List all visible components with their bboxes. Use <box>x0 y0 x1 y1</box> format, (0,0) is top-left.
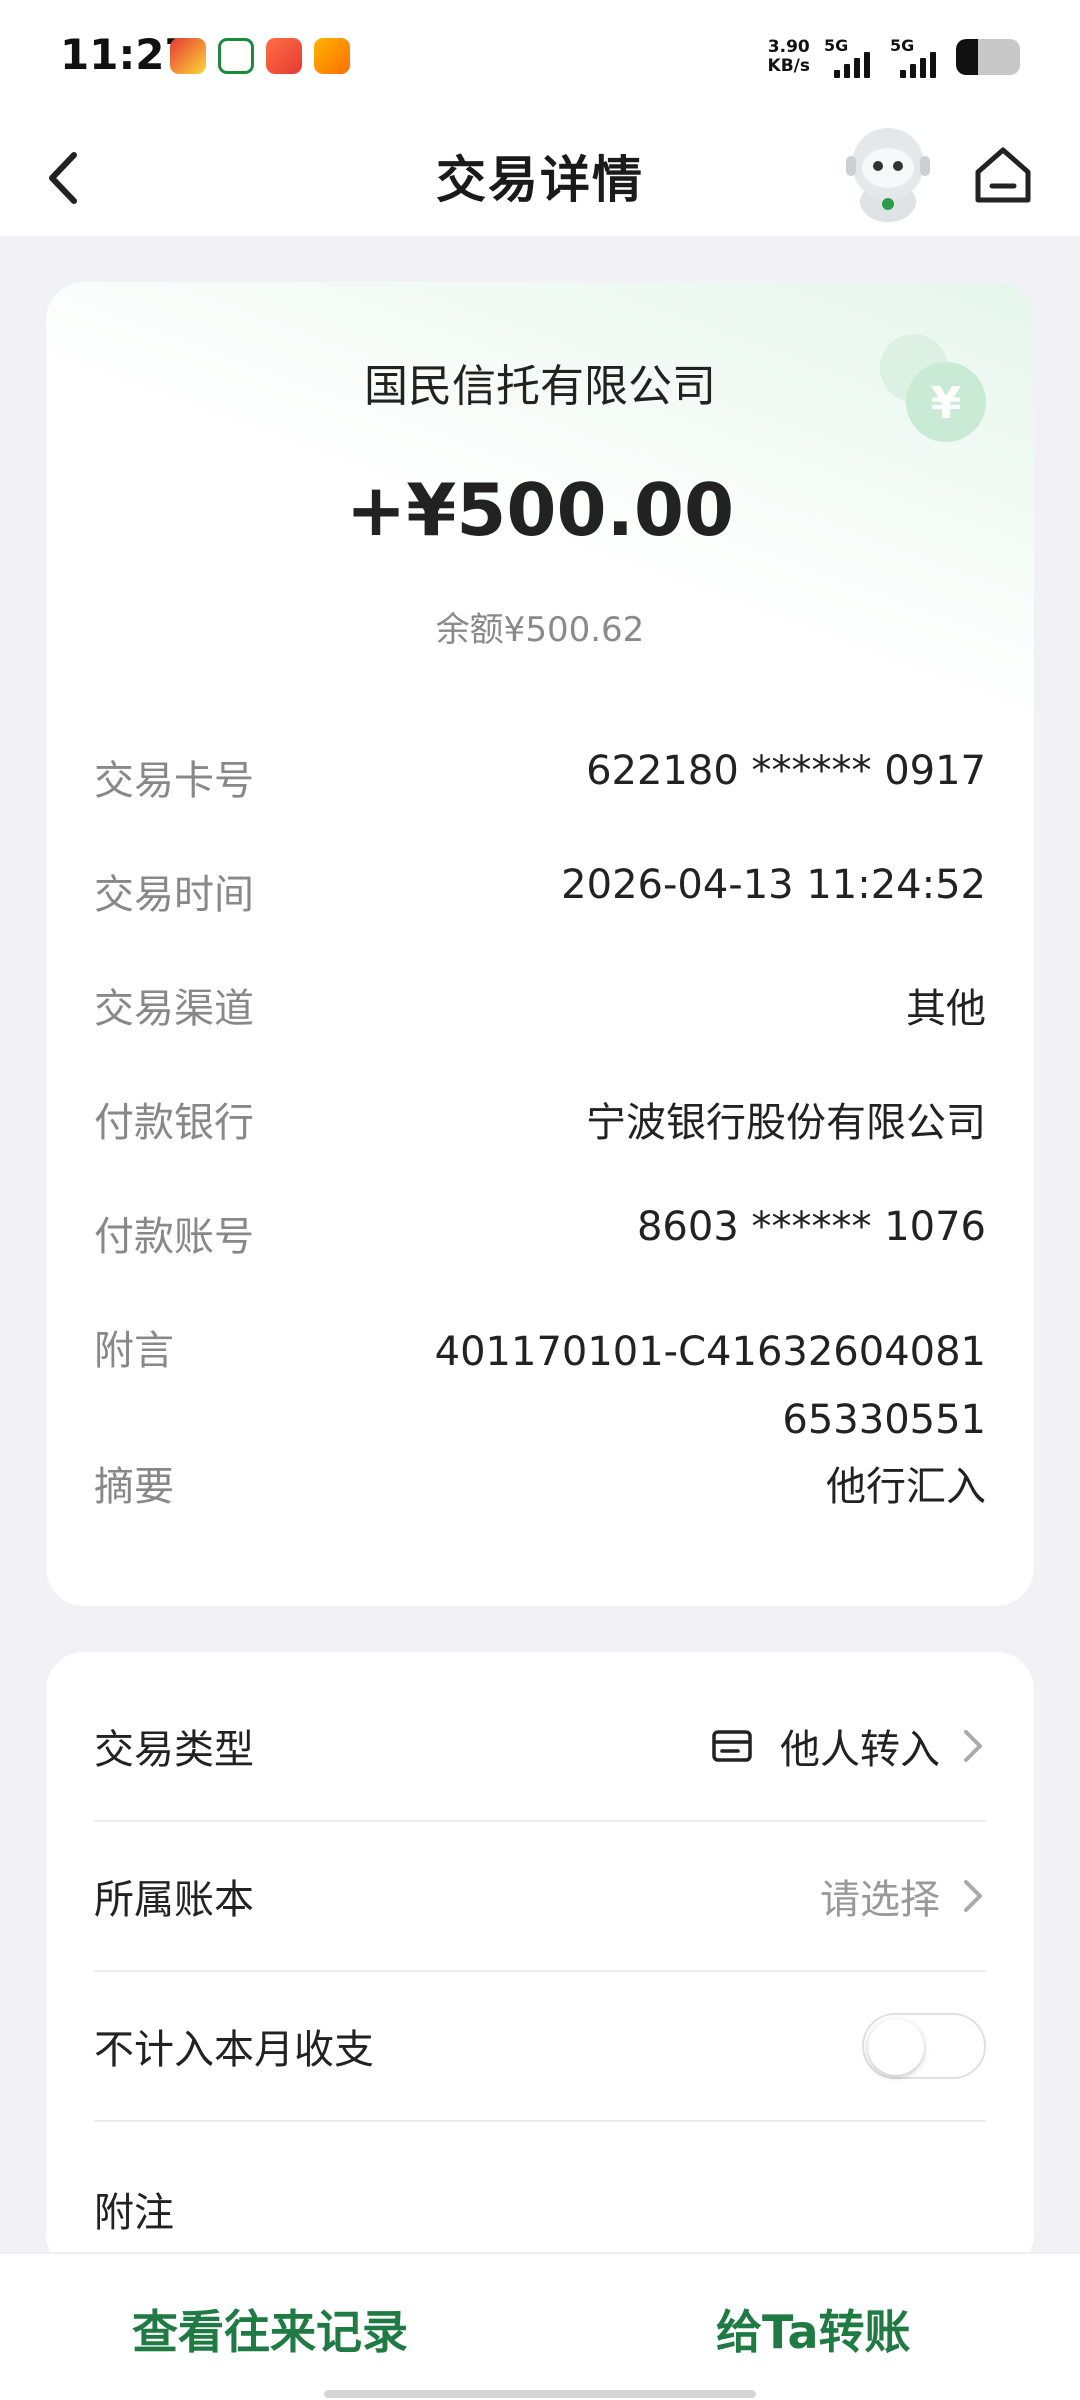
transfer-in-icon <box>712 1730 752 1762</box>
assistant-robot-icon[interactable] <box>838 122 938 226</box>
network-speed-unit: KB/s <box>767 56 810 76</box>
detail-label: 付款账号 <box>94 1214 254 1260</box>
detail-row-payer-account: 付款账号 8603 ****** 1076 <box>94 1204 986 1264</box>
exclude-monthly-toggle[interactable] <box>862 2013 986 2079</box>
exclude-monthly-label: 不计入本月收支 <box>94 2027 374 2073</box>
detail-row-time: 交易时间 2026-04-13 11:24:52 <box>94 862 986 922</box>
status-bar: 11:27 3.90 KB/s 5G 5G <box>0 0 1080 118</box>
detail-value: 401170101-C4163260408165330551 <box>434 1329 986 1443</box>
signal-icon-2: 5G <box>890 36 942 78</box>
transaction-settings-card: 交易类型 他人转入 所属账本 请选择 不计入本月收支 附注 <box>46 1652 1034 2272</box>
detail-row-payer-bank: 付款银行 宁波银行股份有限公司 <box>94 1090 986 1150</box>
detail-row-postscript: 附言 401170101-C4163260408165330551 <box>94 1318 986 1458</box>
shopping-app-icon <box>266 38 302 74</box>
toggle-knob <box>868 2019 924 2075</box>
network-speed: 3.90 KB/s <box>768 38 810 76</box>
status-indicators: 3.90 KB/s 5G 5G <box>768 36 1020 78</box>
ledger-value: 请选择 <box>820 1877 940 1923</box>
chevron-right-icon <box>964 1880 982 1912</box>
detail-value: 2026-04-13 11:24:52 <box>561 862 986 908</box>
app-notification-icon <box>170 38 206 74</box>
account-balance: 余额¥500.62 <box>435 610 645 650</box>
detail-value: 宁波银行股份有限公司 <box>586 1100 986 1146</box>
detail-label: 交易卡号 <box>94 758 254 804</box>
detail-label: 摘要 <box>94 1464 174 1510</box>
transaction-type-value: 他人转入 <box>780 1727 940 1773</box>
detail-value: 622180 ****** 0917 <box>586 748 986 794</box>
post-app-icon <box>218 38 254 74</box>
detail-value: 他行汇入 <box>826 1464 986 1510</box>
detail-label: 付款银行 <box>94 1100 254 1146</box>
battery-icon <box>956 39 1020 75</box>
signal-icon-1: 5G <box>824 36 876 78</box>
transaction-type-label: 交易类型 <box>94 1727 254 1773</box>
exclude-monthly-row: 不计入本月收支 <box>94 1972 986 2122</box>
app-header: 交易详情 <box>0 118 1080 236</box>
detail-value: 其他 <box>906 986 986 1032</box>
view-records-button[interactable]: 查看往来记录 <box>132 2296 408 2362</box>
chevron-right-icon <box>964 1730 982 1762</box>
home-indicator[interactable] <box>324 2390 756 2398</box>
detail-label: 交易时间 <box>94 872 254 918</box>
detail-row-card-number: 交易卡号 622180 ****** 0917 <box>94 748 986 808</box>
note-label[interactable]: 附注 <box>94 2180 174 2238</box>
ledger-row[interactable]: 所属账本 请选择 <box>94 1822 986 1972</box>
detail-label: 附言 <box>94 1328 174 1374</box>
network-speed-value: 3.90 <box>767 37 810 57</box>
video-app-icon <box>314 38 350 74</box>
payee-name: 国民信托有限公司 <box>364 361 716 412</box>
detail-row-summary: 摘要 他行汇入 <box>94 1454 986 1514</box>
ledger-label: 所属账本 <box>94 1877 254 1923</box>
detail-value: 8603 ****** 1076 <box>636 1204 986 1250</box>
transaction-amount: +¥500.00 <box>345 468 735 552</box>
transaction-type-row[interactable]: 交易类型 他人转入 <box>94 1672 986 1822</box>
detail-row-channel: 交易渠道 其他 <box>94 976 986 1036</box>
home-icon[interactable] <box>970 142 1036 208</box>
detail-label: 交易渠道 <box>94 986 254 1032</box>
bottom-action-bar: 查看往来记录 给Ta转账 <box>0 2252 1080 2400</box>
notification-icons <box>170 38 350 74</box>
transfer-button[interactable]: 给Ta转账 <box>716 2296 911 2362</box>
battery-fill <box>956 39 979 75</box>
transaction-detail-card: ¥ 国民信托有限公司 +¥500.00 余额¥500.62 交易卡号 62218… <box>46 282 1034 1606</box>
